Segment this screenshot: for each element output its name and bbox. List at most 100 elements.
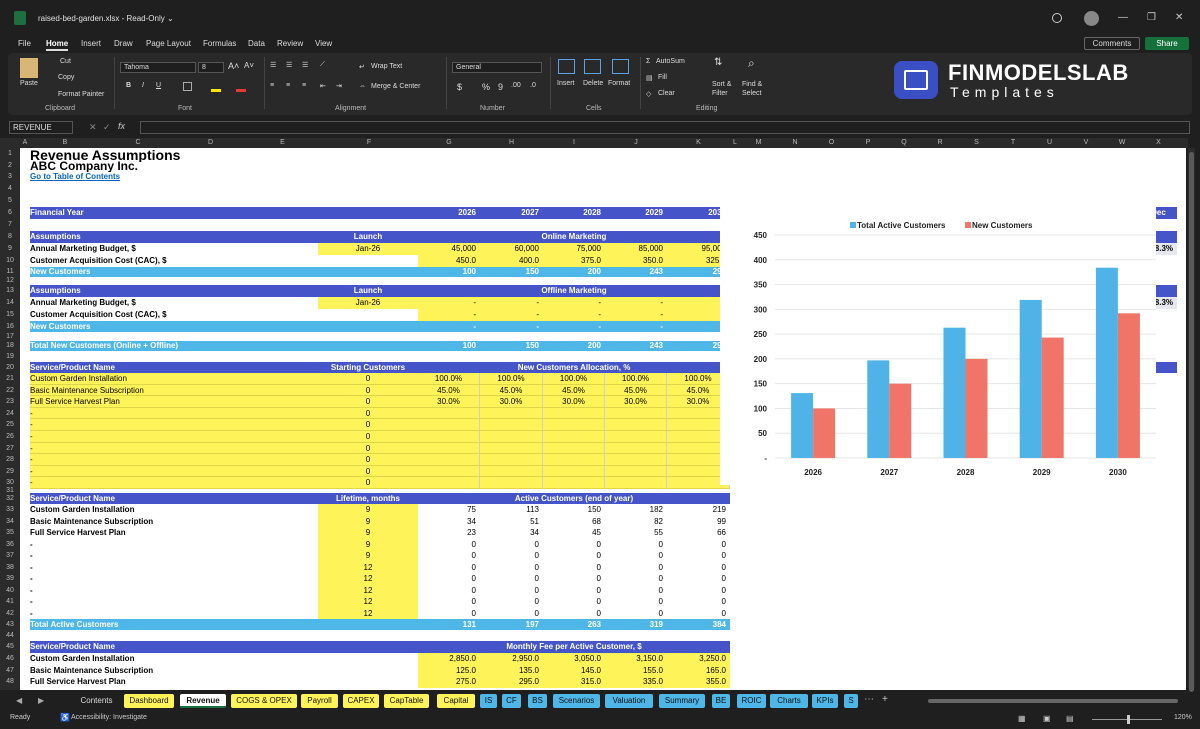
- value[interactable]: 85,000: [605, 243, 667, 255]
- value[interactable]: 197: [480, 619, 543, 630]
- new-customers-label[interactable]: New Customers: [30, 321, 318, 332]
- value[interactable]: 0: [418, 573, 480, 585]
- service-name[interactable]: -: [30, 550, 318, 562]
- orientation-icon[interactable]: ⟋: [320, 61, 325, 69]
- column-header[interactable]: E: [245, 138, 320, 148]
- value[interactable]: [543, 466, 605, 477]
- column-header[interactable]: R: [922, 138, 958, 148]
- delete-cells-icon[interactable]: [584, 59, 601, 74]
- value[interactable]: [543, 454, 605, 466]
- row-header[interactable]: 11: [0, 267, 20, 277]
- value[interactable]: [418, 419, 480, 431]
- fee-value[interactable]: 275.0: [418, 676, 480, 688]
- lifetime-value[interactable]: 9: [318, 527, 418, 539]
- row-header[interactable]: 24: [0, 408, 20, 419]
- row-header[interactable]: 5: [0, 195, 20, 207]
- value[interactable]: 100.0%: [543, 373, 605, 385]
- column-header[interactable]: K: [667, 138, 730, 148]
- borders-icon[interactable]: [183, 82, 192, 91]
- online-marketing-header[interactable]: Online Marketing: [418, 231, 730, 243]
- sheet-tab[interactable]: ROIC: [737, 694, 766, 708]
- sheet-tab[interactable]: COGS & OPEX: [231, 694, 297, 708]
- cut-button[interactable]: Cut: [60, 58, 71, 65]
- row-header[interactable]: 45: [0, 641, 20, 653]
- minimize-icon[interactable]: —: [1118, 12, 1128, 23]
- row-header[interactable]: 21: [0, 373, 20, 385]
- tab-page-layout[interactable]: Page Layout: [146, 39, 191, 48]
- value[interactable]: 0: [318, 454, 418, 466]
- sheet-tab[interactable]: IS: [480, 694, 497, 708]
- value[interactable]: 263: [543, 619, 605, 630]
- row-header[interactable]: 46: [0, 653, 20, 665]
- fill-button[interactable]: Fill: [658, 74, 667, 81]
- value[interactable]: 0: [543, 585, 605, 596]
- column-header[interactable]: L: [730, 138, 740, 148]
- row-header[interactable]: 1: [0, 148, 20, 160]
- value[interactable]: [480, 431, 543, 443]
- value[interactable]: -: [418, 309, 480, 321]
- row-header[interactable]: 32: [0, 493, 20, 504]
- value[interactable]: [605, 443, 667, 454]
- launch-date[interactable]: Jan-26: [318, 243, 418, 255]
- fee-value[interactable]: 165.0: [667, 665, 730, 676]
- maximize-icon[interactable]: ❐: [1147, 12, 1156, 23]
- fee-value[interactable]: 2,950.0: [480, 653, 543, 665]
- value[interactable]: 0: [605, 539, 667, 550]
- year-header[interactable]: 2029: [605, 207, 667, 219]
- value[interactable]: [418, 408, 480, 419]
- value[interactable]: 100: [418, 267, 480, 277]
- paste-button[interactable]: Paste: [20, 80, 38, 87]
- value[interactable]: 150: [480, 341, 543, 351]
- service-name[interactable]: Full Service Harvest Plan: [30, 676, 418, 688]
- value[interactable]: 30.0%: [418, 396, 480, 408]
- row-header[interactable]: 2: [0, 160, 20, 171]
- value[interactable]: 200: [543, 341, 605, 351]
- year-header[interactable]: 2028: [543, 207, 605, 219]
- service-header[interactable]: Service/Product Name: [30, 641, 418, 653]
- service-name[interactable]: -: [30, 573, 318, 585]
- format-cells-icon[interactable]: [612, 59, 629, 74]
- row-header[interactable]: 36: [0, 539, 20, 550]
- value[interactable]: 45,000: [418, 243, 480, 255]
- year-header[interactable]: 2026: [418, 207, 480, 219]
- value[interactable]: [480, 408, 543, 419]
- value[interactable]: 0: [318, 466, 418, 477]
- value[interactable]: [418, 454, 480, 466]
- italic-icon[interactable]: I: [142, 82, 144, 89]
- align-top-icon[interactable]: ☰: [270, 61, 276, 69]
- more-sheets-icon[interactable]: ⋯: [864, 694, 874, 705]
- row-header[interactable]: 19: [0, 351, 20, 362]
- label[interactable]: Annual Marketing Budget, $: [30, 297, 318, 309]
- value[interactable]: 0: [418, 550, 480, 562]
- value[interactable]: 99: [667, 516, 730, 527]
- sheet-tab[interactable]: CAPEX: [343, 694, 379, 708]
- add-sheet-icon[interactable]: +: [882, 694, 888, 705]
- value[interactable]: 0: [605, 573, 667, 585]
- sheet-tab[interactable]: CF: [502, 694, 521, 708]
- value[interactable]: 45.0%: [605, 385, 667, 396]
- value[interactable]: 0: [667, 539, 730, 550]
- row-header[interactable]: 17: [0, 332, 20, 341]
- value[interactable]: [418, 431, 480, 443]
- increase-decimal-icon[interactable]: .00: [511, 82, 521, 89]
- row-header[interactable]: 43: [0, 619, 20, 630]
- comma-icon[interactable]: 9: [498, 82, 503, 92]
- value[interactable]: 0: [605, 608, 667, 619]
- value[interactable]: 0: [605, 562, 667, 573]
- row-header[interactable]: 8: [0, 231, 20, 243]
- value[interactable]: [543, 477, 605, 489]
- tab-file[interactable]: File: [18, 39, 31, 48]
- value[interactable]: 0: [318, 385, 418, 396]
- sheet-tab[interactable]: Revenue: [180, 694, 226, 708]
- fx-icon[interactable]: fx: [118, 121, 125, 131]
- total-new-label[interactable]: Total New Customers (Online + Offline): [30, 341, 418, 351]
- percent-icon[interactable]: %: [482, 82, 490, 92]
- sheet-tab[interactable]: Summary: [659, 694, 705, 708]
- tab-home[interactable]: Home: [46, 39, 69, 51]
- value[interactable]: 0: [667, 562, 730, 573]
- value[interactable]: 0: [667, 573, 730, 585]
- column-header[interactable]: S: [958, 138, 995, 148]
- service-header[interactable]: Service/Product Name: [30, 362, 318, 373]
- value[interactable]: [605, 408, 667, 419]
- row-header[interactable]: 13: [0, 285, 20, 297]
